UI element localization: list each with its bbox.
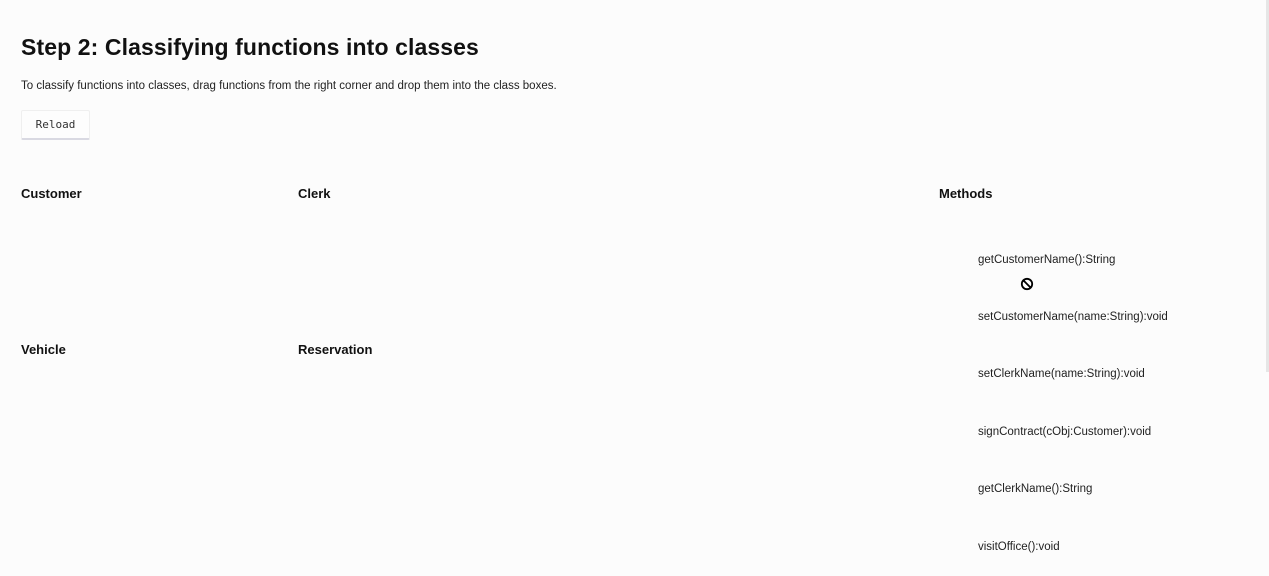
method-item[interactable]: visitOffice():void — [978, 541, 1060, 553]
method-item[interactable]: getCustomerName():String — [978, 254, 1115, 266]
class-title: Customer — [21, 186, 82, 201]
methods-title: Methods — [939, 186, 993, 201]
instructions-text: To classify functions into classes, drag… — [21, 80, 557, 92]
class-box-reservation[interactable]: Reservation — [298, 342, 918, 562]
method-item[interactable]: setClerkName(name:String):void — [978, 368, 1145, 380]
method-item[interactable]: getClerkName():String — [978, 483, 1092, 495]
class-box-clerk[interactable]: Clerk — [298, 186, 918, 326]
methods-panel: Methods getCustomerName():String setCust… — [939, 186, 1259, 553]
class-title: Vehicle — [21, 342, 66, 357]
class-title: Clerk — [298, 186, 331, 201]
class-box-vehicle[interactable]: Vehicle — [21, 342, 281, 562]
class-box-customer[interactable]: Customer — [21, 186, 281, 326]
method-item[interactable]: setCustomerName(name:String):void — [978, 311, 1168, 323]
page-title: Step 2: Classifying functions into class… — [21, 34, 479, 60]
class-title: Reservation — [298, 342, 373, 357]
method-item[interactable]: signContract(cObj:Customer):void — [978, 426, 1151, 438]
not-allowed-icon — [1020, 277, 1034, 291]
reload-button[interactable]: Reload — [21, 110, 90, 140]
